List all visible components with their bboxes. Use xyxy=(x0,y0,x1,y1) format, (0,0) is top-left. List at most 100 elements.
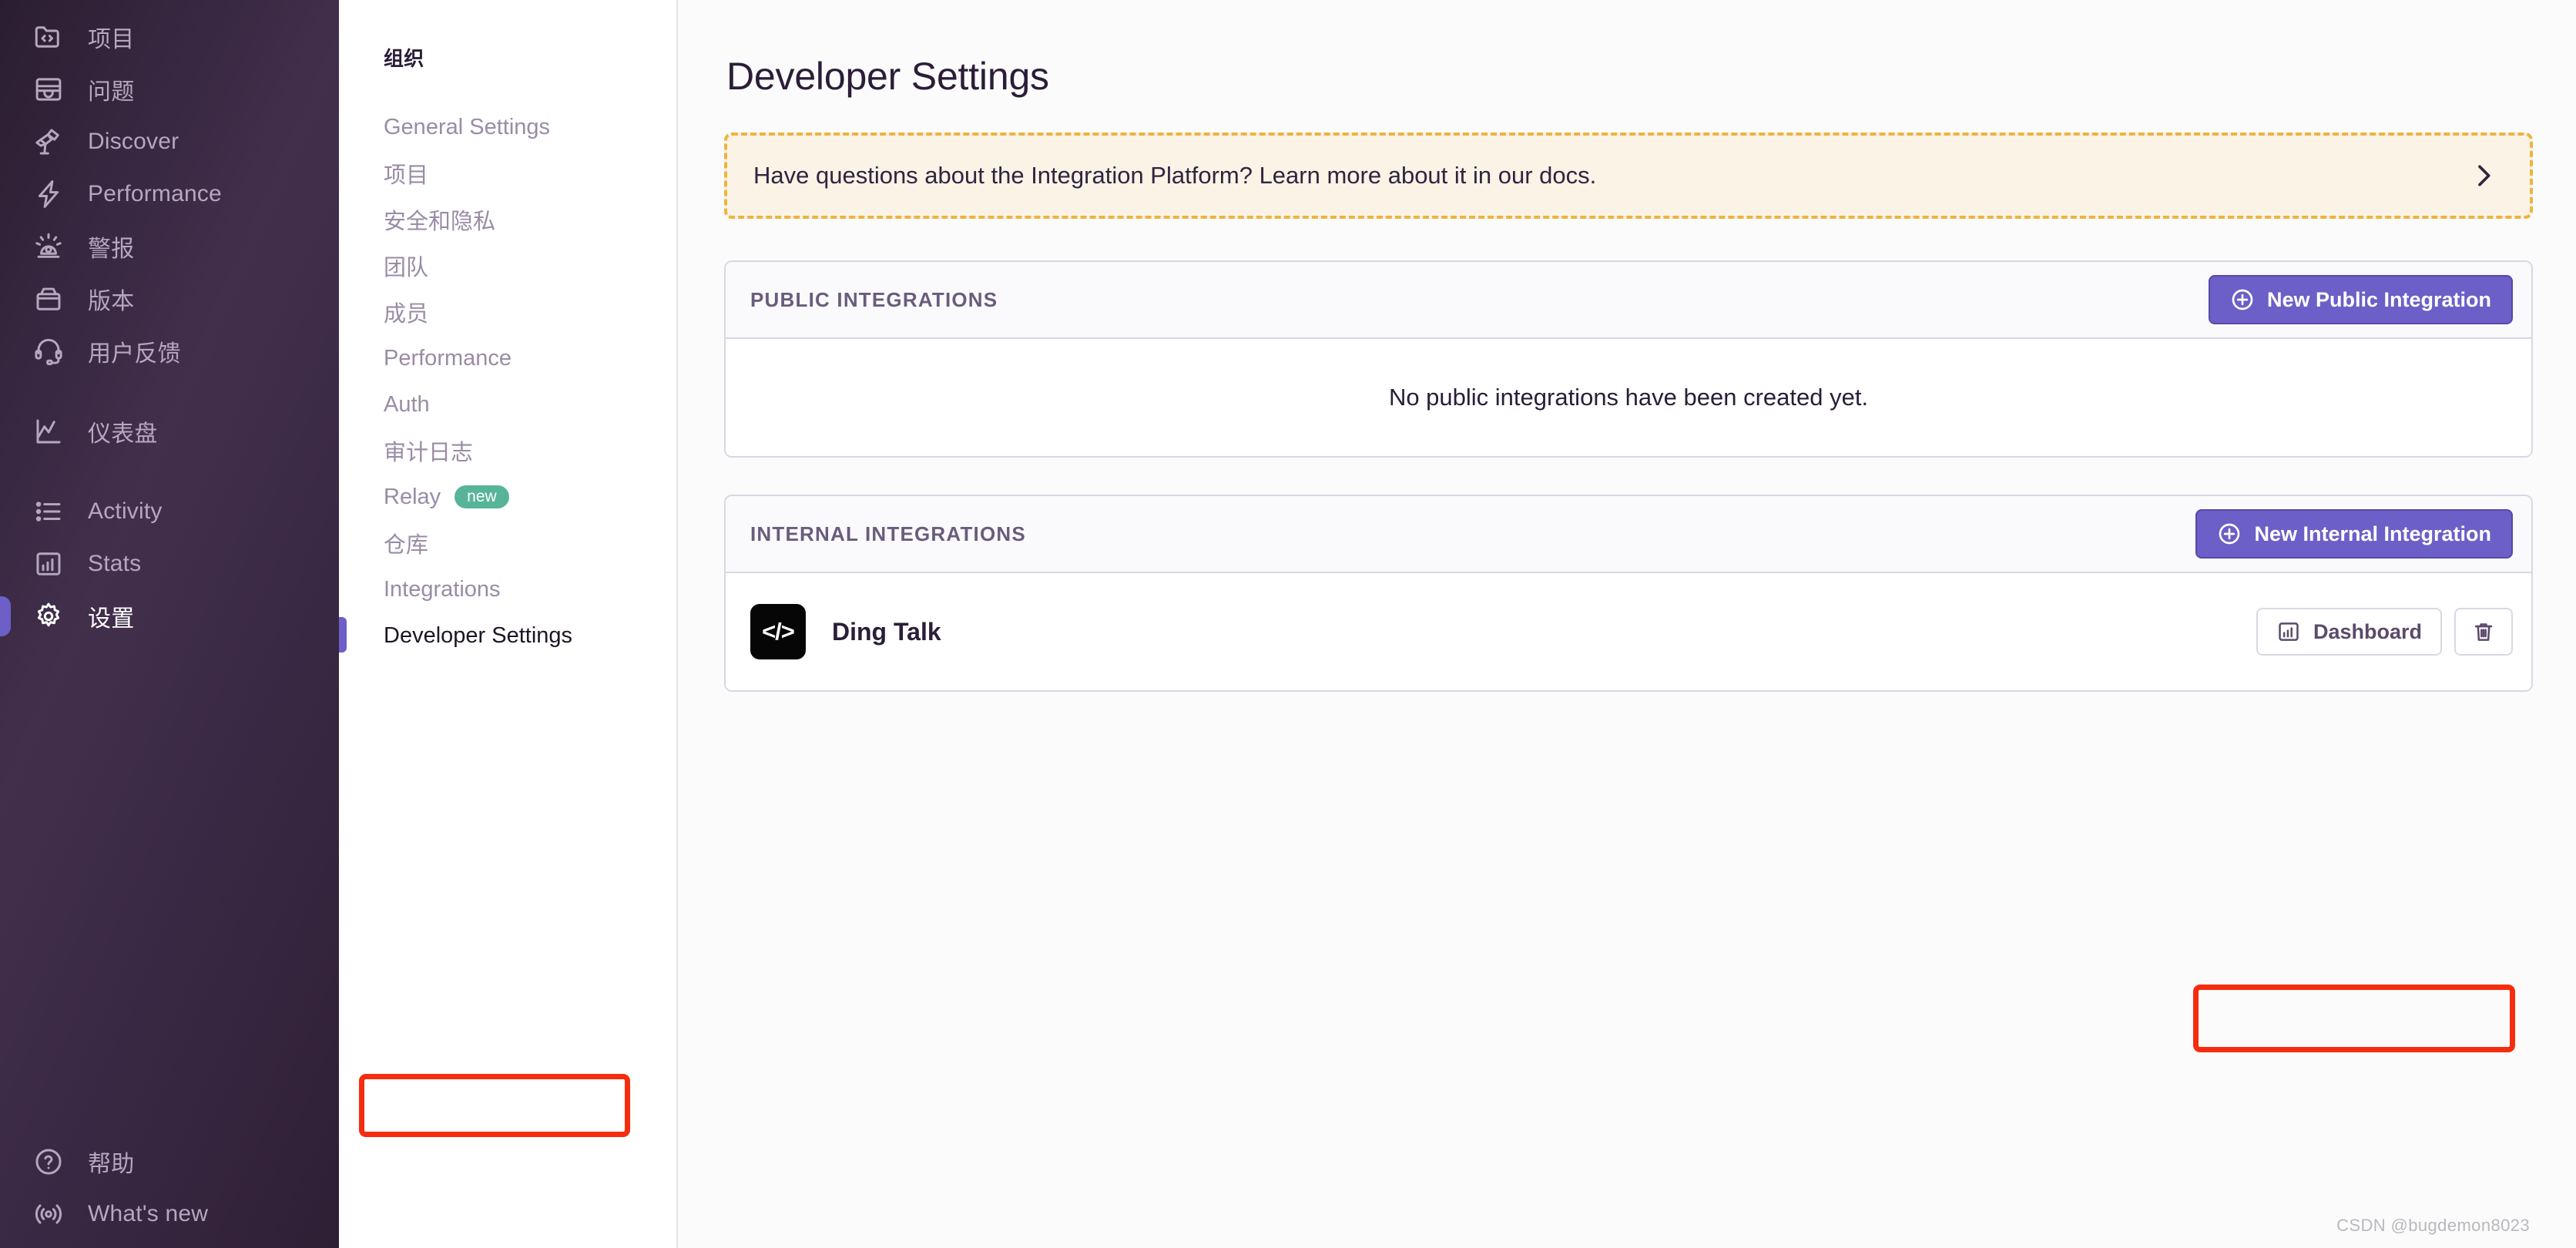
sidebar-item-whats-new[interactable]: What's new xyxy=(0,1188,339,1240)
delete-integration-button[interactable] xyxy=(2454,608,2513,656)
sidebar-item-user-feedback[interactable]: 用户反馈 xyxy=(0,325,339,377)
settings-nav-item-label: Auth xyxy=(384,391,430,417)
releases-icon xyxy=(31,281,66,317)
settings-nav-item-general-settings[interactable]: General Settings xyxy=(384,104,676,150)
settings-nav-item-label: 审计日志 xyxy=(384,441,474,465)
settings-nav-item-teams[interactable]: 团队 xyxy=(384,243,676,289)
sidebar-item-label: Discover xyxy=(88,129,179,154)
issues-icon xyxy=(31,72,66,107)
settings-nav-item-label: Developer Settings xyxy=(384,622,573,648)
settings-nav-item-repositories[interactable]: 仓库 xyxy=(384,520,676,566)
settings-nav-item-projects[interactable]: 项目 xyxy=(384,150,676,196)
settings-nav-item-auth[interactable]: Auth xyxy=(384,381,676,428)
sidebar-divider-gap-1 xyxy=(0,377,339,405)
sidebar-item-label: 问题 xyxy=(88,79,135,105)
watermark: CSDN @bugdemon8023 xyxy=(2336,1216,2530,1235)
lightning-icon xyxy=(31,176,66,212)
settings-nav-item-label: Performance xyxy=(384,345,512,371)
settings-nav: 组织 General Settings 项目 安全和隐私 团队 成员 Perfo… xyxy=(339,0,678,1248)
integration-row: </> Ding Talk Dashboard xyxy=(726,573,2531,690)
line-chart-icon xyxy=(31,414,66,449)
sidebar-item-label: Performance xyxy=(88,181,222,206)
settings-nav-item-label: 项目 xyxy=(384,163,429,188)
settings-nav-item-label: 仓库 xyxy=(384,533,429,558)
sidebar-group-org: Activity Stats 设置 xyxy=(0,485,339,642)
gear-icon xyxy=(31,599,66,634)
question-circle-icon xyxy=(31,1144,66,1179)
public-integrations-title: PUBLIC INTEGRATIONS xyxy=(750,287,998,311)
settings-nav-item-integrations[interactable]: Integrations xyxy=(384,566,676,612)
sidebar-item-alerts[interactable]: 警报 xyxy=(0,220,339,273)
telescope-icon xyxy=(31,124,66,159)
siren-icon xyxy=(31,229,66,264)
new-public-integration-button[interactable]: New Public Integration xyxy=(2208,275,2513,324)
new-internal-integration-button[interactable]: New Internal Integration xyxy=(2195,509,2513,559)
settings-nav-item-performance[interactable]: Performance xyxy=(384,335,676,381)
settings-nav-item-label: 安全和隐私 xyxy=(384,210,496,234)
sidebar-item-activity[interactable]: Activity xyxy=(0,485,339,538)
support-headset-icon xyxy=(31,334,66,369)
settings-nav-item-security-privacy[interactable]: 安全和隐私 xyxy=(384,196,676,243)
integration-name[interactable]: Ding Talk xyxy=(832,618,941,646)
new-public-integration-label: New Public Integration xyxy=(2266,287,2491,311)
settings-nav-item-label: Relay xyxy=(384,484,441,509)
settings-nav-item-label: Integrations xyxy=(384,576,501,602)
sidebar-item-stats[interactable]: Stats xyxy=(0,538,339,590)
settings-nav-item-label: 成员 xyxy=(384,302,429,327)
sidebar-group-bottom: 帮助 What's new xyxy=(0,1136,339,1248)
sidebar-item-label: Activity xyxy=(88,498,163,524)
bar-chart-icon xyxy=(31,546,66,582)
code-folder-icon xyxy=(31,19,66,55)
settings-nav-item-relay[interactable]: Relay new xyxy=(384,474,676,520)
dashboard-button[interactable]: Dashboard xyxy=(2256,608,2442,656)
sidebar-item-label: 警报 xyxy=(88,237,135,262)
broadcast-icon xyxy=(31,1196,66,1232)
internal-integrations-title: INTERNAL INTEGRATIONS xyxy=(750,522,1026,545)
sidebar-item-label: What's new xyxy=(88,1201,209,1226)
integration-docs-banner[interactable]: Have questions about the Integration Pla… xyxy=(724,133,2533,219)
primary-sidebar: 项目 问题 Discover Performance 警报 版本 用户反馈 仪表… xyxy=(0,0,339,1248)
sidebar-item-label: Stats xyxy=(88,551,142,576)
sidebar-item-discover[interactable]: Discover xyxy=(0,116,339,168)
internal-integrations-panel-header: INTERNAL INTEGRATIONS New Internal Integ… xyxy=(726,496,2531,573)
integration-row-identity: </> Ding Talk xyxy=(750,604,941,659)
docs-banner-text: Have questions about the Integration Pla… xyxy=(753,162,1597,189)
sidebar-item-performance[interactable]: Performance xyxy=(0,168,339,220)
public-integrations-empty-state: No public integrations have been created… xyxy=(1388,384,1869,411)
internal-integrations-panel-body: </> Ding Talk Dashboard xyxy=(726,573,2531,690)
sidebar-item-label: 帮助 xyxy=(88,1152,135,1177)
settings-nav-heading: 组织 xyxy=(384,47,424,70)
settings-nav-item-label: General Settings xyxy=(384,114,551,139)
sidebar-item-settings[interactable]: 设置 xyxy=(0,590,339,642)
public-integrations-panel-body: No public integrations have been created… xyxy=(726,339,2531,456)
sidebar-item-help[interactable]: 帮助 xyxy=(0,1136,339,1188)
chevron-right-icon[interactable] xyxy=(2468,160,2499,191)
public-integrations-panel-header: PUBLIC INTEGRATIONS New Public Integrati… xyxy=(726,262,2531,339)
settings-nav-item-developer-settings[interactable]: Developer Settings xyxy=(339,612,676,659)
sidebar-item-label: 版本 xyxy=(88,289,135,314)
sidebar-item-label: 项目 xyxy=(88,27,135,52)
public-integrations-panel: PUBLIC INTEGRATIONS New Public Integrati… xyxy=(724,260,2533,458)
settings-nav-item-audit-log[interactable]: 审计日志 xyxy=(384,428,676,474)
plus-circle-icon xyxy=(2219,523,2240,545)
settings-nav-item-label: 团队 xyxy=(384,256,429,280)
plus-circle-icon xyxy=(2232,289,2253,310)
sidebar-group-main: 项目 问题 Discover Performance 警报 版本 用户反馈 xyxy=(0,11,339,377)
sidebar-item-label: 用户反馈 xyxy=(88,341,181,367)
dashboard-button-label: Dashboard xyxy=(2313,619,2422,643)
trash-icon xyxy=(2474,623,2493,641)
sidebar-item-releases[interactable]: 版本 xyxy=(0,273,339,325)
app-root: 项目 问题 Discover Performance 警报 版本 用户反馈 仪表… xyxy=(0,0,2576,1248)
sidebar-item-dashboards[interactable]: 仪表盘 xyxy=(0,405,339,458)
settings-nav-list: General Settings 项目 安全和隐私 团队 成员 Performa… xyxy=(339,104,676,659)
new-internal-integration-label: New Internal Integration xyxy=(2254,522,2491,545)
sidebar-item-label: 仪表盘 xyxy=(88,421,158,447)
sidebar-item-issues[interactable]: 问题 xyxy=(0,63,339,116)
list-icon xyxy=(31,494,66,529)
internal-integrations-panel: INTERNAL INTEGRATIONS New Internal Integ… xyxy=(724,495,2533,692)
sidebar-item-projects[interactable]: 项目 xyxy=(0,11,339,63)
settings-nav-item-members[interactable]: 成员 xyxy=(384,289,676,335)
sidebar-divider-gap-2 xyxy=(0,458,339,485)
code-brackets-icon: </> xyxy=(750,604,806,659)
sidebar-item-label: 设置 xyxy=(88,606,135,632)
